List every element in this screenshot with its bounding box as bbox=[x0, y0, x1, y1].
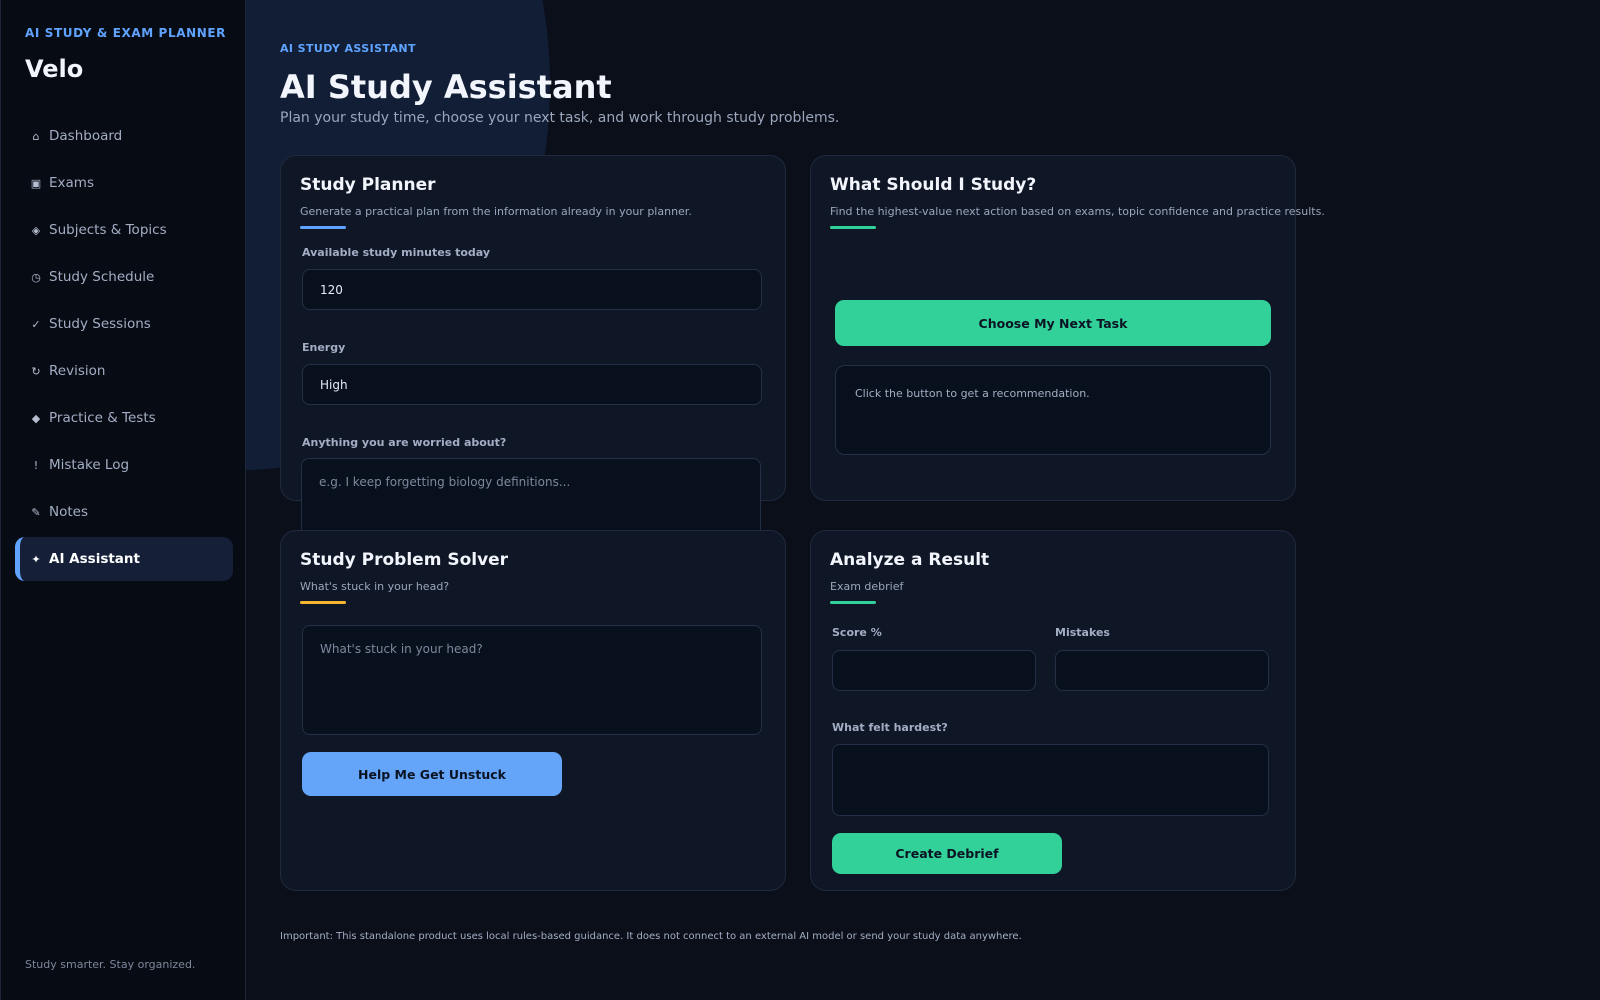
stuck-textarea[interactable] bbox=[302, 625, 762, 735]
check-icon: ✓ bbox=[31, 317, 41, 331]
card-title: Study Problem Solver bbox=[300, 550, 509, 570]
sidebar-item-ai-assistant[interactable]: ✦ AI Assistant bbox=[15, 537, 233, 581]
sidebar-item-subjects-topics[interactable]: ◈ Subjects & Topics bbox=[15, 208, 233, 252]
exam-icon: ▣ bbox=[30, 176, 42, 190]
card-accent bbox=[300, 601, 346, 604]
sidebar-item-label: Revision bbox=[49, 363, 106, 379]
energy-select[interactable] bbox=[302, 364, 762, 405]
card-subtitle: Exam debrief bbox=[830, 580, 904, 593]
card-subtitle: What's stuck in your head? bbox=[300, 580, 450, 593]
choose-next-task-button[interactable]: Choose My Next Task bbox=[835, 300, 1271, 346]
card-subtitle: Generate a practical plan from the infor… bbox=[300, 205, 692, 218]
sidebar-item-label: AI Assistant bbox=[49, 551, 140, 567]
card-title: Analyze a Result bbox=[830, 550, 990, 570]
sidebar-item-label: Practice & Tests bbox=[49, 410, 156, 426]
sidebar-item-mistake-log[interactable]: ! Mistake Log bbox=[15, 443, 233, 487]
worried-label: Anything you are worried about? bbox=[302, 436, 507, 449]
sidebar-item-dashboard[interactable]: ⌂ Dashboard bbox=[15, 114, 233, 158]
pencil-icon: ✎ bbox=[31, 505, 41, 519]
help-me-get-unstuck-button[interactable]: Help Me Get Unstuck bbox=[302, 752, 562, 796]
page-subtitle: Plan your study time, choose your next t… bbox=[280, 110, 840, 126]
sidebar-item-study-sessions[interactable]: ✓ Study Sessions bbox=[15, 302, 233, 346]
sidebar-item-label: Study Schedule bbox=[49, 269, 155, 285]
disclaimer: Important: This standalone product uses … bbox=[280, 931, 1022, 942]
sidebar-item-label: Study Sessions bbox=[49, 316, 151, 332]
card-accent bbox=[300, 226, 346, 229]
mistakes-input[interactable] bbox=[1055, 650, 1269, 691]
sidebar-item-notes[interactable]: ✎ Notes bbox=[15, 490, 233, 534]
page-title: AI Study Assistant bbox=[280, 68, 612, 106]
sidebar-item-practice-tests[interactable]: ◆ Practice & Tests bbox=[15, 396, 233, 440]
mistakes-label: Mistakes bbox=[1055, 626, 1110, 639]
exclamation-icon: ! bbox=[33, 458, 39, 472]
refresh-icon: ↻ bbox=[31, 364, 41, 378]
next-task-card: What Should I Study? Find the highest-va… bbox=[810, 155, 1325, 501]
sidebar-footer: Study smarter. Stay organized. bbox=[25, 958, 196, 971]
sidebar-item-label: Mistake Log bbox=[49, 457, 130, 473]
card-accent bbox=[830, 601, 876, 604]
home-icon: ⌂ bbox=[32, 129, 40, 143]
card-subtitle: Find the highest-value next action based… bbox=[830, 205, 1325, 218]
hardest-textarea[interactable] bbox=[832, 744, 1269, 816]
study-planner-card: Study Planner Generate a practical plan … bbox=[280, 155, 786, 501]
subjects-icon: ◈ bbox=[31, 223, 41, 237]
sidebar: AI STUDY & EXAM PLANNER Velo ⌂ Dashboard… bbox=[0, 0, 246, 1000]
card-title: Study Planner bbox=[300, 175, 436, 195]
card-title: What Should I Study? bbox=[830, 175, 1037, 195]
sidebar-item-revision[interactable]: ↻ Revision bbox=[15, 349, 233, 393]
sparkle-icon: ✦ bbox=[31, 552, 41, 566]
sidebar-item-label: Subjects & Topics bbox=[49, 222, 167, 238]
sidebar-item-label: Exams bbox=[49, 175, 94, 191]
card-accent bbox=[830, 226, 876, 229]
energy-label: Energy bbox=[302, 341, 346, 354]
clock-icon: ◷ bbox=[31, 270, 41, 284]
minutes-label: Available study minutes today bbox=[302, 246, 491, 259]
problem-solver-card: Study Problem Solver What's stuck in you… bbox=[280, 530, 786, 891]
analyze-result-card: Analyze a Result Exam debrief Score % Mi… bbox=[810, 530, 1296, 891]
score-input[interactable] bbox=[832, 650, 1036, 691]
study-minutes-input[interactable] bbox=[302, 269, 762, 310]
score-label: Score % bbox=[832, 626, 882, 639]
sidebar-item-label: Dashboard bbox=[49, 128, 123, 144]
worried-textarea[interactable] bbox=[301, 458, 761, 538]
diamond-icon: ◆ bbox=[31, 411, 41, 425]
sidebar-item-study-schedule[interactable]: ◷ Study Schedule bbox=[15, 255, 233, 299]
brand-name: Velo bbox=[25, 55, 84, 83]
sidebar-item-exams[interactable]: ▣ Exams bbox=[15, 161, 233, 205]
sidebar-nav: ⌂ Dashboard ▣ Exams ◈ Subjects & Topics … bbox=[15, 114, 233, 584]
create-debrief-button[interactable]: Create Debrief bbox=[832, 833, 1062, 874]
page-eyebrow: AI STUDY ASSISTANT bbox=[280, 42, 416, 55]
brand-eyebrow: AI STUDY & EXAM PLANNER bbox=[25, 26, 227, 40]
recommendation-output: Click the button to get a recommendation… bbox=[835, 365, 1271, 455]
hardest-label: What felt hardest? bbox=[832, 721, 948, 734]
sidebar-item-label: Notes bbox=[49, 504, 88, 520]
